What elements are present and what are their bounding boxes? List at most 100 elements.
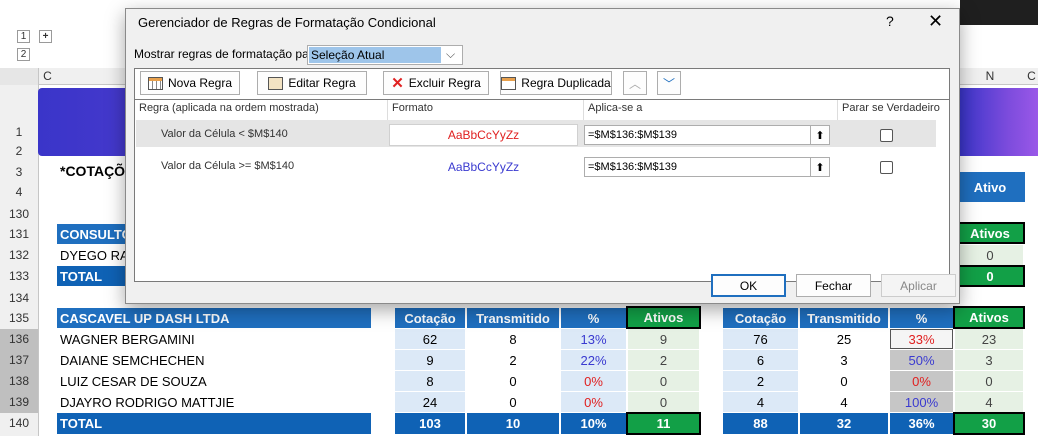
row-number[interactable]: 1: [0, 122, 38, 142]
delete-rule-button[interactable]: ✕ Excluir Regra: [383, 71, 489, 95]
transmitido-cell[interactable]: 0: [467, 371, 559, 391]
cotacao-cell-2[interactable]: 6: [723, 350, 798, 370]
percent-cell[interactable]: 22%: [561, 350, 626, 370]
total-label-cell[interactable]: TOTAL: [57, 413, 371, 434]
cotacao-total-2[interactable]: 88: [723, 413, 798, 434]
row-number[interactable]: 138: [0, 371, 38, 392]
row-number[interactable]: 130: [0, 205, 38, 223]
ativos-cell-2[interactable]: 4: [955, 392, 1023, 412]
cotacao-cell-2[interactable]: 2: [723, 371, 798, 391]
close-button[interactable]: Fechar: [796, 274, 871, 297]
cotacao-cell[interactable]: 24: [395, 392, 465, 412]
new-rule-button[interactable]: Nova Regra: [140, 71, 240, 95]
percent-cell[interactable]: 0%: [561, 371, 626, 391]
ativos-header[interactable]: Ativos: [626, 306, 701, 329]
row-number[interactable]: 132: [0, 245, 38, 265]
cotacao-cell[interactable]: 8: [395, 371, 465, 391]
company-name-cell[interactable]: CASCAVEL UP DASH LTDA: [57, 308, 371, 328]
column-header-c[interactable]: C: [40, 68, 55, 85]
row-number[interactable]: 4: [0, 182, 38, 202]
row-number[interactable]: 2: [0, 143, 38, 159]
column-header-n[interactable]: N: [980, 68, 1000, 85]
transmitido-cell-2[interactable]: 25: [800, 329, 888, 349]
conditional-formatting-dialog: Gerenciador de Regras de Formatação Cond…: [125, 8, 960, 304]
transmitido-cell-2[interactable]: 3: [800, 350, 888, 370]
transmitido-cell[interactable]: 2: [467, 350, 559, 370]
stop-if-true-checkbox[interactable]: [880, 129, 893, 142]
help-icon[interactable]: ?: [886, 13, 894, 29]
person-name-cell[interactable]: DAIANE SEMCHECHEN: [57, 350, 371, 370]
outline-level-2-button[interactable]: 2: [17, 48, 30, 61]
row-number[interactable]: 139: [0, 392, 38, 413]
percent-cell-2[interactable]: 0%: [890, 371, 953, 391]
cotacao-header-2[interactable]: Cotação: [723, 308, 798, 328]
percent-cell[interactable]: 13%: [561, 329, 626, 349]
percent-header[interactable]: %: [561, 308, 626, 328]
transmitido-cell-2[interactable]: 0: [800, 371, 888, 391]
ativos-header-cell[interactable]: Ativos: [955, 222, 1025, 244]
apply-button[interactable]: Aplicar: [881, 274, 956, 297]
transmitido-header-2[interactable]: Transmitido: [800, 308, 888, 328]
ativos-cell-2[interactable]: 23: [955, 329, 1023, 349]
percent-cell-2[interactable]: 33%: [890, 329, 953, 349]
percent-cell-2[interactable]: 100%: [890, 392, 953, 412]
transmitido-cell[interactable]: 0: [467, 392, 559, 412]
range-select-icon[interactable]: ⬆: [810, 157, 830, 177]
ativos-total-2[interactable]: 30: [953, 412, 1025, 435]
cotacao-cell-2[interactable]: 4: [723, 392, 798, 412]
move-up-button[interactable]: ︿: [623, 71, 647, 95]
transmitido-total-2[interactable]: 32: [800, 413, 888, 434]
range-select-icon[interactable]: ⬆: [810, 125, 830, 145]
close-icon[interactable]: ✕: [928, 11, 943, 32]
person-name-cell[interactable]: WAGNER BERGAMINI: [57, 329, 371, 349]
column-header-o[interactable]: C: [1025, 68, 1038, 85]
row-number[interactable]: 133: [0, 266, 38, 286]
move-down-button[interactable]: ﹀: [657, 71, 681, 95]
ativos-cell[interactable]: 0: [628, 392, 699, 412]
ativos-cell[interactable]: 9: [628, 329, 699, 349]
ativos-total[interactable]: 11: [626, 412, 701, 435]
transmitido-total[interactable]: 10: [467, 413, 559, 434]
transmitido-cell-2[interactable]: 4: [800, 392, 888, 412]
row-number[interactable]: 134: [0, 288, 38, 308]
applies-to-input[interactable]: =$M$136:$M$139: [584, 157, 813, 177]
applies-to-input[interactable]: =$M$136:$M$139: [584, 125, 813, 145]
row-number[interactable]: 131: [0, 224, 38, 244]
ativos-total-cell[interactable]: 0: [955, 265, 1025, 287]
ativos-header-2[interactable]: Ativos: [953, 306, 1025, 329]
cotacao-cell-2[interactable]: 76: [723, 329, 798, 349]
show-rules-dropdown[interactable]: Seleção Atual ⌵: [307, 45, 463, 65]
ativos-cell-2[interactable]: 3: [955, 350, 1023, 370]
person-name-cell[interactable]: DJAYRO RODRIGO MATTJIE: [57, 392, 371, 412]
title-cell[interactable]: *COTAÇÕ: [60, 163, 125, 179]
percent-cell-2[interactable]: 50%: [890, 350, 953, 370]
ativos-cell-2[interactable]: 0: [955, 371, 1023, 391]
cotacao-total[interactable]: 103: [395, 413, 465, 434]
percent-cell[interactable]: 0%: [561, 392, 626, 412]
outline-level-1-button[interactable]: 1: [17, 30, 30, 43]
cotacao-cell[interactable]: 9: [395, 350, 465, 370]
percent-header-2[interactable]: %: [890, 308, 953, 328]
person-name-cell[interactable]: LUIZ CESAR DE SOUZA: [57, 371, 371, 391]
ativos-cell[interactable]: 2: [628, 350, 699, 370]
row-number[interactable]: 136: [0, 329, 38, 350]
ativos-cell[interactable]: 0: [628, 371, 699, 391]
row-number[interactable]: 140: [0, 413, 38, 434]
transmitido-header[interactable]: Transmitido: [467, 308, 559, 328]
percent-total[interactable]: 10%: [561, 413, 626, 434]
ativo-header-cell[interactable]: Ativo: [955, 172, 1025, 202]
ok-button[interactable]: OK: [711, 274, 786, 297]
cotacao-header[interactable]: Cotação: [395, 308, 465, 328]
transmitido-cell[interactable]: 8: [467, 329, 559, 349]
select-all-corner[interactable]: [0, 68, 39, 85]
row-number[interactable]: 137: [0, 350, 38, 371]
ativos-value-cell[interactable]: 0: [957, 245, 1023, 265]
duplicate-rule-button[interactable]: Regra Duplicada: [500, 71, 612, 95]
stop-if-true-checkbox[interactable]: [880, 161, 893, 174]
percent-total-2[interactable]: 36%: [890, 413, 953, 434]
cotacao-cell[interactable]: 62: [395, 329, 465, 349]
edit-rule-button[interactable]: Editar Regra: [257, 71, 367, 95]
expand-group-button[interactable]: +: [39, 30, 52, 43]
row-number[interactable]: 135: [0, 308, 38, 328]
row-number[interactable]: 3: [0, 162, 38, 182]
